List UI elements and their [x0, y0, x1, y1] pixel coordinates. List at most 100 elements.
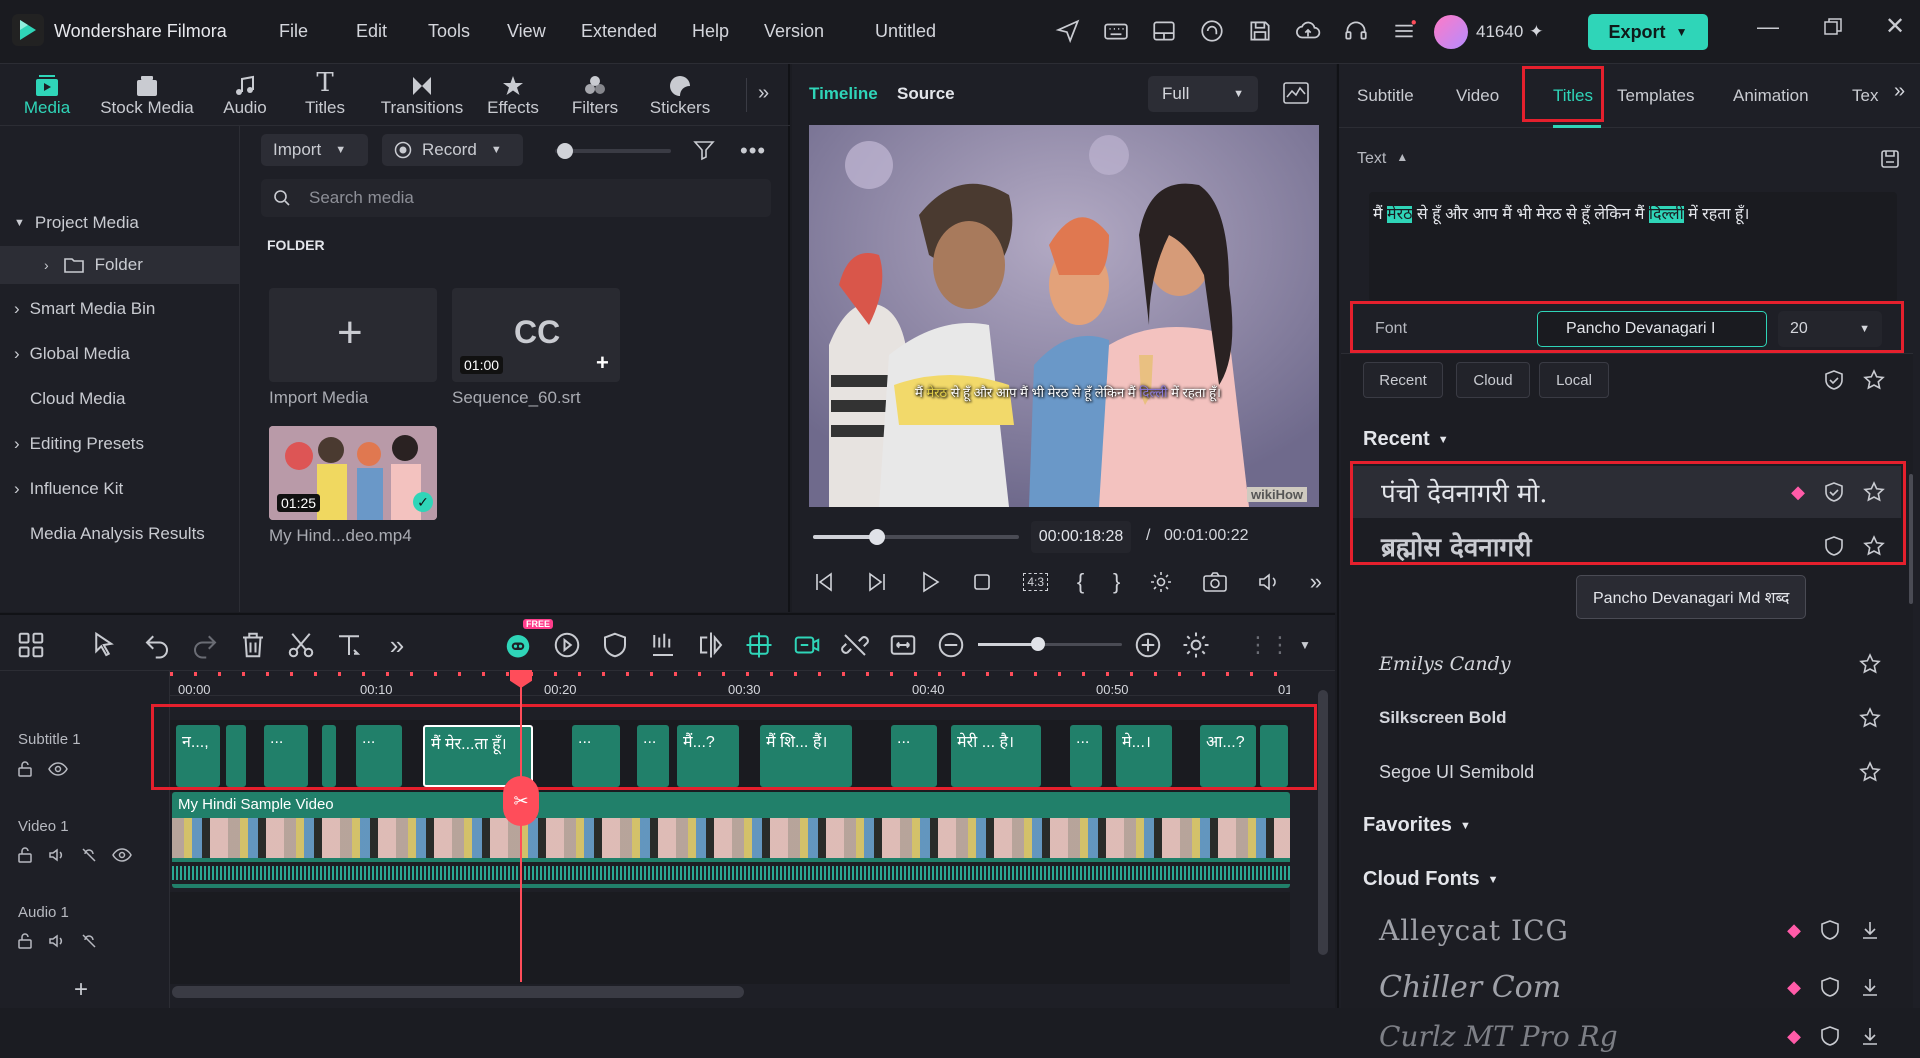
slider-handle[interactable] [557, 143, 573, 159]
subtitle-overlay[interactable]: मैं मेरठ से हूँ और आप मैं भी मेरठ से हूँ… [853, 383, 1283, 401]
subtitle-clip[interactable]: मेरी ... है। [951, 725, 1041, 787]
save-icon[interactable] [1247, 18, 1273, 44]
mirror-icon[interactable] [696, 630, 726, 660]
add-track-button[interactable]: + [74, 976, 88, 1004]
search-input[interactable]: Search media [261, 179, 771, 217]
subtitle-clip[interactable]: ... [891, 725, 937, 787]
aspect-ratio-icon[interactable]: 4:3 [1023, 573, 1048, 591]
headset-icon[interactable] [1343, 18, 1369, 44]
shield-icon[interactable] [1819, 919, 1841, 941]
tab-video[interactable]: Video [1456, 78, 1499, 114]
menu-edit[interactable]: Edit [356, 21, 428, 42]
avatar[interactable] [1434, 15, 1468, 49]
undo-icon[interactable] [142, 630, 172, 660]
tab-titles[interactable]: Titles [1553, 78, 1593, 114]
zoom-handle[interactable] [1031, 637, 1045, 651]
tab-filters[interactable]: Filters [560, 68, 630, 124]
subtitle-clip[interactable]: मैं शि... हैं। [760, 725, 852, 787]
tab-animation[interactable]: Animation [1733, 78, 1809, 114]
font-list-scrollbar[interactable] [1909, 474, 1913, 604]
shield-icon[interactable] [1819, 976, 1841, 998]
subtitle-clip[interactable]: आ...? [1200, 725, 1256, 787]
sidebar-item-media-analysis[interactable]: Media Analysis Results [0, 515, 240, 553]
ai-audio-icon[interactable] [792, 630, 822, 660]
sidebar-item-folder[interactable]: › Folder [0, 246, 240, 284]
import-button[interactable]: Import ▼ [261, 134, 368, 166]
sidebar-item-global-media[interactable]: › Global Media [0, 335, 240, 373]
subtitle-clip[interactable] [322, 725, 336, 787]
menu-file[interactable]: File [279, 21, 356, 42]
save-preset-icon[interactable] [1879, 148, 1901, 170]
font-option-segoe[interactable]: Segoe UI Semibold [1339, 746, 1899, 798]
record-button[interactable]: Record ▼ [382, 134, 523, 166]
tab-stickers[interactable]: Stickers [642, 68, 718, 124]
sidebar-item-editing-presets[interactable]: › Editing Presets [0, 425, 240, 463]
zoom-out-icon[interactable] [936, 630, 966, 660]
split-scissors-icon[interactable] [286, 630, 316, 660]
tab-transitions[interactable]: Transitions [372, 68, 472, 124]
subtitle-clip[interactable]: मैं...? [677, 725, 739, 787]
keyboard-icon[interactable] [1103, 18, 1129, 44]
more-options-icon[interactable]: ••• [740, 138, 766, 164]
stop-icon[interactable] [970, 570, 994, 594]
scissors-icon[interactable]: ✂ [503, 776, 539, 826]
star-icon[interactable] [1863, 369, 1885, 391]
sidebar-item-cloud-media[interactable]: Cloud Media [0, 380, 240, 418]
waveform-monitor-icon[interactable] [1282, 80, 1310, 106]
subtitle-clip[interactable]: न..., [176, 725, 220, 787]
ai-robot-icon[interactable] [503, 630, 533, 660]
tab-stock-media[interactable]: Stock Media [92, 68, 202, 124]
lock-icon[interactable] [16, 760, 34, 778]
mark-in-icon[interactable]: { [1077, 569, 1084, 595]
speaker-icon[interactable] [48, 846, 66, 864]
layout-icon[interactable] [1151, 18, 1177, 44]
zoom-in-icon[interactable] [1133, 630, 1163, 660]
thumbnail-size-slider[interactable] [555, 143, 671, 159]
font-size-select[interactable]: 20 ▼ [1778, 311, 1882, 347]
subtitle-clip[interactable] [226, 725, 246, 787]
eye-icon[interactable] [48, 760, 68, 778]
download-icon[interactable] [1859, 919, 1881, 941]
play-icon[interactable] [918, 570, 942, 594]
shield-icon[interactable] [1823, 481, 1845, 503]
star-icon[interactable] [1859, 653, 1881, 675]
restore-button[interactable] [1822, 16, 1844, 38]
shield-icon[interactable] [1819, 1025, 1841, 1047]
subtitle-clip[interactable]: ... [356, 725, 402, 787]
mask-shield-icon[interactable] [600, 630, 630, 660]
close-icon[interactable]: ✕ [1885, 12, 1905, 41]
star-icon[interactable] [1859, 707, 1881, 729]
support-icon[interactable] [1199, 18, 1225, 44]
tab-audio[interactable]: Audio [210, 68, 280, 124]
sidebar-item-smart-media-bin[interactable]: › Smart Media Bin [0, 290, 240, 328]
font-option-chiller[interactable]: Chiller Com ◆ [1339, 961, 1899, 1013]
menu-version[interactable]: Version [764, 21, 854, 42]
text-tool-icon[interactable] [334, 630, 364, 660]
timeline-settings-icon[interactable] [1181, 630, 1211, 660]
recent-header[interactable]: Recent ▼ [1363, 428, 1449, 451]
subtitle-clip[interactable]: ... [637, 725, 669, 787]
time-ruler[interactable]: 00:00 00:10 00:20 00:30 00:40 00:50 01:0… [170, 672, 1290, 697]
font-option-brahmos[interactable]: ब्रह्मोस देवनागरी [1353, 520, 1901, 572]
playhead[interactable] [520, 672, 522, 982]
star-icon[interactable] [1863, 481, 1885, 503]
lock-icon[interactable] [16, 846, 34, 864]
snapshot-icon[interactable] [1202, 570, 1228, 594]
mute-link-icon[interactable] [80, 932, 98, 950]
tab-subtitle[interactable]: Subtitle [1357, 78, 1414, 114]
minimize-button[interactable]: — [1757, 14, 1779, 40]
font-family-select[interactable]: Pancho Devanagari I [1537, 311, 1767, 347]
import-media-card[interactable]: + [269, 288, 437, 382]
sidebar-item-project-media[interactable]: ▼ Project Media [0, 204, 240, 242]
star-icon[interactable] [1863, 535, 1885, 557]
fit-timeline-icon[interactable] [888, 630, 918, 660]
font-option-alleycat[interactable]: Alleycat ICG ◆ [1339, 904, 1899, 956]
shield-icon[interactable] [1823, 535, 1845, 557]
subtitle-text-editor[interactable]: मैं मेरठ से हूँ और आप मैं भी मेरठ से हूँ… [1369, 192, 1897, 302]
chevron-down-icon[interactable]: ▼ [1290, 630, 1320, 660]
tab-timeline[interactable]: Timeline [809, 84, 878, 104]
tab-media[interactable]: Media [12, 68, 82, 124]
download-icon[interactable] [1859, 976, 1881, 998]
send-icon[interactable] [1055, 18, 1081, 44]
previous-frame-icon[interactable] [812, 570, 836, 594]
